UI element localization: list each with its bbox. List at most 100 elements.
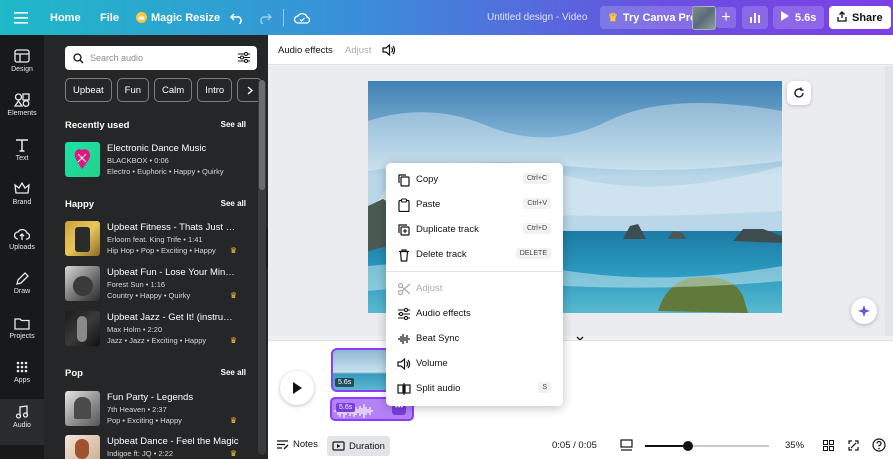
audio-effects-button[interactable]: Audio effects — [278, 45, 333, 56]
folder-icon — [14, 318, 30, 330]
rail-item-projects[interactable]: Projects — [0, 310, 44, 354]
crown-icon: ♛ — [608, 12, 618, 24]
audio-track[interactable]: Upbeat Fun - Lose Your Mind R... Forest … — [65, 266, 245, 304]
play-button[interactable] — [280, 371, 314, 405]
undo-icon[interactable] — [230, 0, 244, 35]
chip-intro[interactable]: Intro — [197, 78, 233, 102]
chip-upbeat[interactable]: Upbeat — [65, 78, 112, 102]
volume-icon[interactable] — [382, 43, 396, 59]
track-title: Fun Party - Legends — [107, 392, 194, 403]
track-thumbnail — [65, 435, 100, 459]
add-collaborator-button[interactable]: + — [716, 7, 736, 28]
magic-assistant-button[interactable] — [851, 298, 877, 324]
menu-item-delete-track[interactable]: Delete track DELETE — [386, 243, 563, 267]
page-view-icon[interactable] — [620, 439, 633, 454]
track-tags: Electro • Euphoric • Happy • Quirky — [107, 167, 224, 176]
filter-chips: Upbeat Fun Calm Intro — [65, 78, 263, 102]
notes-button[interactable]: Notes — [276, 439, 318, 450]
see-all-link[interactable]: See all — [221, 120, 246, 129]
canvas-scrollbar[interactable] — [885, 66, 893, 336]
menu-item-beat-sync[interactable]: Beat Sync — [386, 327, 563, 351]
menu-item-duplicate-track[interactable]: Duplicate track Ctrl+D — [386, 218, 563, 242]
play-icon — [293, 382, 302, 394]
grid-view-icon[interactable] — [823, 440, 834, 454]
rail-item-audio[interactable]: Audio — [0, 399, 44, 445]
see-all-link[interactable]: See all — [221, 368, 246, 377]
grid-icon — [16, 361, 28, 373]
redo-icon[interactable] — [258, 0, 272, 35]
track-title: Upbeat Dance - Feel the Magic — [107, 436, 239, 447]
chip-calm[interactable]: Calm — [154, 78, 193, 102]
trash-icon — [399, 249, 409, 262]
crown-icon: ♛ — [229, 246, 237, 255]
upload-icon — [14, 228, 30, 240]
audio-track[interactable]: Upbeat Jazz - Get It! (instrume... Max H… — [65, 311, 245, 349]
rail-label: Elements — [7, 110, 37, 117]
zoom-slider[interactable] — [645, 441, 769, 451]
duration-button[interactable]: Duration — [327, 436, 390, 456]
rotate-refresh-button[interactable] — [787, 81, 811, 105]
avatar[interactable] — [692, 6, 716, 30]
rail-item-apps[interactable]: Apps — [0, 354, 44, 398]
track-thumbnail — [65, 142, 100, 177]
chip-fun[interactable]: Fun — [116, 78, 150, 102]
menu-item-paste[interactable]: Paste Ctrl+V — [386, 193, 563, 217]
cloud-save-icon[interactable] — [294, 0, 310, 35]
shortcut-badge: S — [538, 382, 551, 393]
search-input[interactable]: Search audio — [65, 46, 257, 70]
menu-item-audio-effects[interactable]: Audio effects — [386, 302, 563, 326]
magic-resize-button[interactable]: Magic Resize — [136, 0, 220, 35]
menu-icon[interactable] — [14, 0, 28, 35]
insights-icon[interactable] — [742, 6, 768, 29]
audio-track[interactable]: Upbeat Fitness - Thats Just M... Erloom … — [65, 221, 245, 259]
rail-item-design[interactable]: Design — [0, 43, 44, 87]
audio-track[interactable]: Fun Party - Legends 7th Heaven • 2:37 Po… — [65, 391, 245, 429]
crown-icon — [14, 182, 30, 194]
music-note-icon — [15, 405, 29, 419]
track-tags: Jazz • Jazz • Exciting • Happy — [107, 336, 207, 345]
zoom-slider-knob[interactable] — [683, 441, 693, 451]
audio-track[interactable]: Electronic Dance Music BLACKBOX • 0:06 E… — [65, 142, 245, 180]
home-button[interactable]: Home — [50, 0, 81, 35]
chevron-right-icon — [247, 86, 253, 94]
notes-icon — [277, 440, 289, 450]
rail-item-uploads[interactable]: Uploads — [0, 221, 44, 265]
audio-track[interactable]: Upbeat Dance - Feel the Magic Indigoe ft… — [65, 435, 245, 459]
menu-item-copy[interactable]: Copy Ctrl+C — [386, 168, 563, 192]
zoom-value: 35% — [785, 440, 805, 451]
side-rail: Design Elements Text Brand Uploads Draw … — [0, 35, 44, 459]
menu-label: Duplicate track — [416, 224, 479, 235]
crown-icon — [136, 12, 147, 23]
adjust-button[interactable]: Adjust — [345, 45, 371, 56]
shortcut-badge: DELETE — [515, 248, 551, 259]
rail-item-draw[interactable]: Draw — [0, 265, 44, 309]
share-icon — [837, 10, 847, 25]
share-label: Share — [852, 11, 883, 24]
track-thumbnail — [65, 311, 100, 346]
rail-label: Projects — [9, 333, 35, 340]
rail-item-brand[interactable]: Brand — [0, 176, 44, 220]
menu-item-adjust[interactable]: Adjust — [386, 277, 563, 301]
track-artist: Erloom feat. King Trife • 1:41 — [107, 235, 203, 244]
document-title[interactable]: Untitled design - Video — [487, 0, 587, 35]
context-toolbar: Audio effects Adjust — [268, 35, 893, 65]
menu-item-volume[interactable]: Volume — [386, 352, 563, 376]
fullscreen-icon[interactable] — [848, 440, 859, 454]
video-clip[interactable]: 5.6s — [331, 348, 391, 392]
menu-item-split-audio[interactable]: Split audio S — [386, 377, 563, 401]
panel-scrollbar[interactable] — [258, 80, 266, 455]
notes-label: Notes — [293, 439, 318, 450]
try-canva-pro-button[interactable]: ♛ Try Canva Pro — [600, 6, 705, 29]
file-button[interactable]: File — [100, 0, 119, 35]
see-all-link[interactable]: See all — [221, 199, 246, 208]
share-button[interactable]: Share — [829, 6, 891, 29]
scroll-thumb[interactable] — [259, 80, 265, 190]
play-preview-button[interactable]: 5.6s — [773, 6, 825, 29]
rail-label: Uploads — [9, 244, 35, 251]
paste-icon — [398, 198, 410, 212]
filter-icon[interactable] — [238, 52, 250, 63]
help-icon[interactable] — [872, 438, 886, 452]
shapes-icon — [14, 93, 30, 107]
rail-item-elements[interactable]: Elements — [0, 87, 44, 131]
rail-item-text[interactable]: Text — [0, 132, 44, 176]
